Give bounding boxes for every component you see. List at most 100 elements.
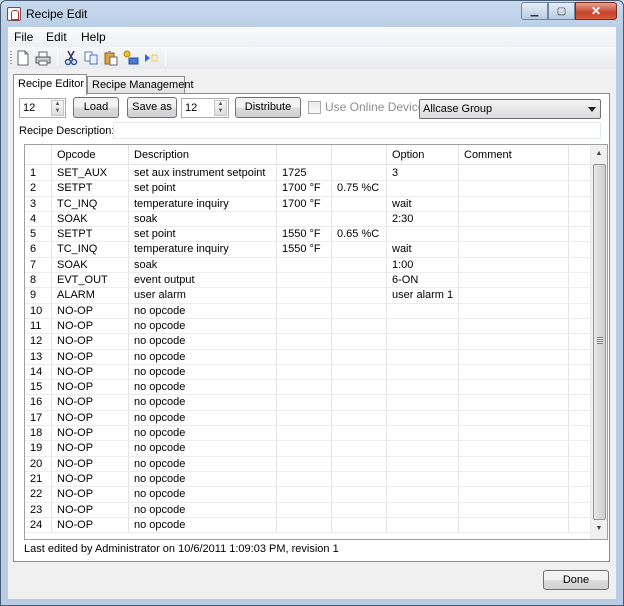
- cell-option[interactable]: [387, 456, 459, 471]
- cell-comment[interactable]: [459, 257, 569, 273]
- cell-comment[interactable]: [459, 364, 569, 380]
- cell-row-number[interactable]: 13: [25, 349, 52, 364]
- cell-description[interactable]: user alarm: [129, 288, 277, 303]
- cell-description[interactable]: no opcode: [129, 410, 277, 426]
- cell-description[interactable]: soak: [129, 257, 277, 273]
- cell-option[interactable]: [387, 318, 459, 334]
- cell-comment[interactable]: [459, 196, 569, 211]
- cell-opcode[interactable]: NO-OP: [52, 349, 129, 364]
- cell-value2[interactable]: [332, 441, 387, 456]
- cell-opcode[interactable]: NO-OP: [52, 380, 129, 395]
- cell-value1[interactable]: [277, 349, 332, 364]
- cell-comment[interactable]: [459, 303, 569, 318]
- cell-option[interactable]: [387, 426, 459, 441]
- cell-option[interactable]: [387, 349, 459, 364]
- table-row[interactable]: 23 NO-OP no opcode: [25, 502, 591, 518]
- cell-value1[interactable]: [277, 380, 332, 395]
- table-row[interactable]: 3 TC_INQ temperature inquiry 1700 °F wait: [25, 196, 591, 212]
- cell-value1[interactable]: 1550 °F: [277, 242, 332, 257]
- cell-option[interactable]: wait: [387, 196, 459, 211]
- cell-row-number[interactable]: 6: [25, 242, 52, 257]
- cell-opcode[interactable]: SOAK: [52, 211, 129, 227]
- cell-row-number[interactable]: 18: [25, 426, 52, 441]
- table-row[interactable]: 1 SET_AUX set aux instrument setpoint 1725 3: [25, 166, 591, 182]
- cell-value1[interactable]: [277, 273, 332, 288]
- cell-comment[interactable]: [459, 502, 569, 517]
- paste-icon[interactable]: [103, 50, 119, 66]
- cell-row-number[interactable]: 21: [25, 471, 52, 487]
- spin-up-icon[interactable]: ▲: [52, 101, 63, 108]
- save-recipe-number[interactable]: 12: [185, 102, 197, 114]
- cell-description[interactable]: set point: [129, 181, 277, 196]
- cell-value1[interactable]: [277, 211, 332, 227]
- cell-opcode[interactable]: SOAK: [52, 257, 129, 273]
- cell-comment[interactable]: [459, 227, 569, 242]
- cell-value1[interactable]: [277, 471, 332, 487]
- cell-value2[interactable]: [332, 166, 387, 181]
- cell-value2[interactable]: [332, 380, 387, 395]
- cell-option[interactable]: 2:30: [387, 211, 459, 227]
- cell-value2[interactable]: [332, 273, 387, 288]
- run-icon[interactable]: [143, 50, 159, 66]
- cell-value2[interactable]: 0.65 %C: [332, 227, 387, 242]
- cell-description[interactable]: no opcode: [129, 349, 277, 364]
- copy-icon[interactable]: [83, 50, 99, 66]
- cell-option[interactable]: [387, 364, 459, 380]
- cell-comment[interactable]: [459, 318, 569, 334]
- cell-value2[interactable]: [332, 334, 387, 349]
- cell-value1[interactable]: [277, 456, 332, 471]
- table-row[interactable]: 7 SOAK soak 1:00: [25, 257, 591, 274]
- spin-down-icon[interactable]: ▼: [52, 108, 63, 115]
- cell-row-number[interactable]: 12: [25, 334, 52, 349]
- cell-row-number[interactable]: 11: [25, 318, 52, 334]
- table-row[interactable]: 8 EVT_OUT event output 6-ON: [25, 273, 591, 289]
- cell-description[interactable]: no opcode: [129, 517, 277, 533]
- cell-comment[interactable]: [459, 334, 569, 349]
- table-row[interactable]: 2 SETPT set point 1700 °F 0.75 %C: [25, 181, 591, 197]
- cell-opcode[interactable]: TC_INQ: [52, 242, 129, 257]
- minimize-button[interactable]: ▁: [521, 2, 548, 20]
- cell-row-number[interactable]: 14: [25, 364, 52, 380]
- column-header-value1[interactable]: [277, 145, 332, 164]
- cell-opcode[interactable]: NO-OP: [52, 487, 129, 502]
- cell-row-number[interactable]: 1: [25, 166, 52, 181]
- cell-opcode[interactable]: NO-OP: [52, 426, 129, 441]
- scrollbar-thumb[interactable]: [593, 164, 606, 520]
- cell-value1[interactable]: [277, 318, 332, 334]
- table-row[interactable]: 12 NO-OP no opcode: [25, 334, 591, 350]
- cell-option[interactable]: [387, 502, 459, 517]
- cell-row-number[interactable]: 4: [25, 211, 52, 227]
- cell-value1[interactable]: [277, 395, 332, 410]
- cell-description[interactable]: no opcode: [129, 303, 277, 318]
- cell-row-number[interactable]: 5: [25, 227, 52, 242]
- table-row[interactable]: 10 NO-OP no opcode: [25, 303, 591, 319]
- cell-value1[interactable]: [277, 303, 332, 318]
- cell-row-number[interactable]: 19: [25, 441, 52, 456]
- cell-comment[interactable]: [459, 471, 569, 487]
- recipe-description-input[interactable]: [113, 122, 601, 139]
- cell-opcode[interactable]: NO-OP: [52, 364, 129, 380]
- scroll-up-icon[interactable]: ▲: [591, 146, 607, 162]
- cell-description[interactable]: no opcode: [129, 364, 277, 380]
- cell-row-number[interactable]: 15: [25, 380, 52, 395]
- scroll-down-icon[interactable]: ▼: [591, 521, 607, 537]
- cell-opcode[interactable]: NO-OP: [52, 303, 129, 318]
- spin-down-icon[interactable]: ▼: [215, 108, 226, 115]
- cell-option[interactable]: [387, 441, 459, 456]
- cell-opcode[interactable]: NO-OP: [52, 502, 129, 517]
- cell-description[interactable]: event output: [129, 273, 277, 288]
- cell-value1[interactable]: [277, 487, 332, 502]
- table-row[interactable]: 11 NO-OP no opcode: [25, 318, 591, 335]
- cell-row-number[interactable]: 24: [25, 517, 52, 533]
- cell-option[interactable]: [387, 334, 459, 349]
- cell-value1[interactable]: [277, 288, 332, 303]
- cell-row-number[interactable]: 8: [25, 273, 52, 288]
- cell-option[interactable]: [387, 181, 459, 196]
- table-row[interactable]: 16 NO-OP no opcode: [25, 395, 591, 411]
- new-icon[interactable]: [15, 50, 31, 66]
- cell-opcode[interactable]: SET_AUX: [52, 166, 129, 181]
- cell-value2[interactable]: [332, 471, 387, 487]
- cell-value1[interactable]: [277, 364, 332, 380]
- cell-opcode[interactable]: NO-OP: [52, 441, 129, 456]
- cell-value2[interactable]: [332, 364, 387, 380]
